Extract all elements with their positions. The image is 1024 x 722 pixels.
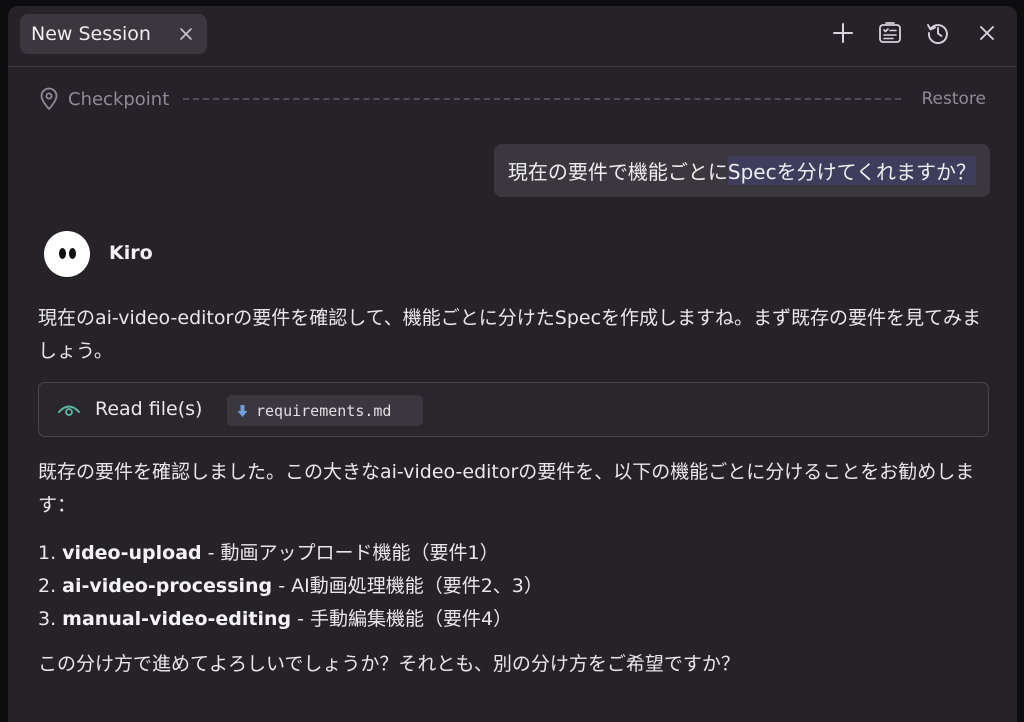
user-message-highlight: Specを分けてくれますか？ — [727, 156, 976, 185]
user-message: 現在の要件で機能ごとに Specを分けてくれますか？ — [493, 144, 990, 197]
tab-title: New Session — [31, 23, 151, 45]
user-message-text: 現在の要件で機能ごとに — [507, 160, 728, 184]
assistant-name: Kiro — [109, 242, 153, 264]
avatar-eye-left — [59, 248, 66, 259]
avatar — [44, 231, 90, 277]
avatar-eye-right — [69, 248, 76, 259]
restore-button[interactable]: Restore — [921, 89, 986, 109]
assistant-intro: 現在のai-video-editorの要件を確認して、機能ごとに分けたSpecを… — [38, 307, 982, 362]
tool-label: Read file(s) — [95, 398, 203, 420]
list-item-desc: - 手動編集機能（要件4） — [291, 608, 513, 630]
close-icon[interactable] — [974, 20, 1000, 46]
assistant-summary: 既存の要件を確認しました。この大きなai-video-editorの要件を、以下… — [38, 461, 975, 516]
location-pin-icon — [40, 87, 58, 110]
checklist-icon[interactable] — [877, 20, 903, 46]
file-name: requirements.md — [256, 401, 392, 420]
checkpoint-divider — [183, 98, 902, 100]
list-item-name: ai-video-processing — [62, 575, 273, 597]
assistant-question: この分け方で進めてよろしいでしょうか？それとも、別の分け方をご希望ですか？ — [38, 653, 740, 675]
list-item-name: manual-video-editing — [62, 608, 292, 630]
chat-panel: New Session Checkpoint Restore 現在の要件で機能ご… — [8, 6, 1017, 722]
tab-new-session[interactable]: New Session — [20, 14, 207, 54]
spec-list: 1. video-upload - 動画アップロード機能（要件1） 2. ai-… — [38, 537, 543, 636]
list-item: 1. video-upload - 動画アップロード機能（要件1） — [38, 537, 543, 570]
tab-close-icon[interactable] — [177, 25, 195, 43]
list-item-number: 2. — [38, 575, 63, 597]
plus-icon[interactable] — [830, 20, 856, 46]
list-item: 3. manual-video-editing - 手動編集機能（要件4） — [38, 603, 543, 636]
eye-icon — [58, 405, 80, 416]
list-item: 2. ai-video-processing - AI動画処理機能（要件2、3） — [38, 570, 543, 603]
list-item-desc: - AI動画処理機能（要件2、3） — [272, 575, 543, 597]
file-chip-requirements[interactable]: requirements.md — [227, 395, 423, 426]
tool-call-read-files[interactable]: Read file(s) requirements.md — [38, 382, 989, 437]
checkpoint-label: Checkpoint — [68, 88, 170, 110]
list-item-number: 1. — [38, 542, 63, 564]
list-item-name: video-upload — [62, 542, 202, 564]
history-icon[interactable] — [925, 20, 951, 46]
tab-bar: New Session — [8, 6, 1017, 67]
markdown-file-icon — [237, 404, 248, 417]
checkpoint-row: Checkpoint Restore — [38, 84, 986, 114]
list-item-number: 3. — [38, 608, 63, 630]
list-item-desc: - 動画アップロード機能（要件1） — [201, 542, 499, 564]
